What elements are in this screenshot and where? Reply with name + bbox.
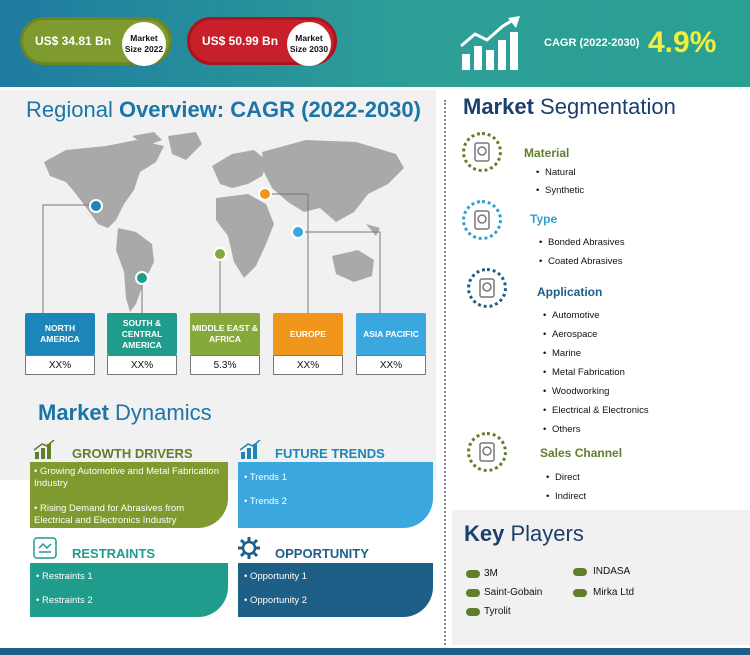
north-america-marker xyxy=(89,199,103,213)
segment-item: Woodworking xyxy=(543,386,609,397)
restraint-item: • Restraints 1 xyxy=(36,571,93,582)
opportunity-item: • Opportunity 2 xyxy=(244,595,308,606)
restraints-title: RESTRAINTS xyxy=(72,546,156,561)
segment-item: Marine xyxy=(543,348,581,359)
player-tyrolit: Tyrolit xyxy=(484,606,511,617)
growth-drivers-title: GROWTH DRIVERS xyxy=(72,446,193,461)
cagr-label: CAGR (2022-2030) xyxy=(544,37,640,49)
player-bullet xyxy=(466,608,480,616)
region-asia-pacific-value: XX% xyxy=(356,355,426,375)
future-trends-panel: • Trends 1 • Trends 2 xyxy=(238,462,433,528)
segment-item: Direct xyxy=(546,472,580,483)
bar-chart-icon xyxy=(33,440,55,459)
trend-chart-icon xyxy=(239,440,261,459)
segment-application-title: Application xyxy=(537,285,603,299)
segment-item: Metal Fabrication xyxy=(543,367,625,378)
segment-item: Synthetic xyxy=(536,185,584,196)
player-saint-gobain: Saint-Gobain xyxy=(484,587,543,598)
player-bullet xyxy=(466,570,480,578)
segment-material-title: Material xyxy=(524,146,570,160)
segment-item: Electrical & Electronics xyxy=(543,405,649,416)
growth-driver-item: • Growing Automotive and Metal Fabricati… xyxy=(34,466,219,489)
footer-bar xyxy=(0,648,750,655)
cagr-value: 4.9% xyxy=(648,26,717,59)
section-divider xyxy=(444,100,446,645)
future-trend-item: • Trends 1 xyxy=(244,472,287,483)
opportunity-item: • Opportunity 1 xyxy=(244,571,308,582)
player-bullet xyxy=(466,589,480,597)
material-icon xyxy=(462,132,502,172)
growth-chart-icon xyxy=(460,16,520,70)
region-asia-pacific: ASIA PACIFIC xyxy=(356,313,426,355)
market-dynamics-title: Market Dynamics xyxy=(38,400,212,425)
opportunity-panel: • Opportunity 1 • Opportunity 2 xyxy=(238,563,433,617)
south-america-marker xyxy=(135,271,149,285)
player-indasa: INDASA xyxy=(593,566,631,577)
player-mirka: Mirka Ltd xyxy=(593,587,635,598)
restraints-panel: • Restraints 1 • Restraints 2 xyxy=(30,563,228,617)
middle-east-africa-marker xyxy=(213,247,227,261)
growth-drivers-panel: • Growing Automotive and Metal Fabricati… xyxy=(30,462,228,528)
market-size-2030-label: Market Size 2030 xyxy=(287,22,331,66)
region-south-central-america: SOUTH & CENTRAL AMERICA xyxy=(107,313,177,355)
key-players-title: Key Players xyxy=(464,521,584,546)
sales-channel-icon xyxy=(467,432,507,472)
opportunity-title: OPPORTUNITY xyxy=(275,546,369,561)
market-segmentation-title: Market Segmentation xyxy=(463,94,676,119)
europe-marker xyxy=(258,187,272,201)
region-middle-east-africa: MIDDLE EAST & AFRICA xyxy=(190,313,260,355)
segment-item: Aerospace xyxy=(543,329,598,340)
market-size-2030-value: US$ 50.99 Bn xyxy=(202,34,279,48)
segment-item: Indirect xyxy=(546,491,586,502)
player-3m: 3M xyxy=(484,568,498,579)
segment-item: Bonded Abrasives xyxy=(539,237,625,248)
future-trends-title: FUTURE TRENDS xyxy=(275,446,385,461)
growth-driver-item: • Rising Demand for Abrasives from Elect… xyxy=(34,503,185,526)
segment-item: Coated Abrasives xyxy=(539,256,623,267)
region-north-america-value: XX% xyxy=(25,355,95,375)
player-bullet xyxy=(573,568,587,576)
segment-item: Others xyxy=(543,424,580,435)
restraints-icon xyxy=(33,537,57,559)
future-trend-item: • Trends 2 xyxy=(244,496,287,507)
segment-type-title: Type xyxy=(530,212,558,226)
segment-sales-channel-title: Sales Channel xyxy=(540,446,623,460)
market-size-2022-pill: US$ 34.81 Bn Market Size 2022 xyxy=(20,17,172,66)
segment-item: Natural xyxy=(536,167,576,178)
gear-icon xyxy=(238,537,260,559)
region-south-central-america-value: XX% xyxy=(107,355,177,375)
asia-pacific-marker xyxy=(291,225,305,239)
regional-overview-title: Regional Overview: CAGR (2022-2030) xyxy=(26,97,421,122)
player-bullet xyxy=(573,589,587,597)
application-icon xyxy=(467,268,507,308)
region-europe-value: XX% xyxy=(273,355,343,375)
region-middle-east-africa-value: 5.3% xyxy=(190,355,260,375)
segment-item: Automotive xyxy=(543,310,599,321)
market-size-2030-pill: US$ 50.99 Bn Market Size 2030 xyxy=(187,17,337,66)
market-size-2022-value: US$ 34.81 Bn xyxy=(35,34,112,48)
restraint-item: • Restraints 2 xyxy=(36,595,93,606)
region-north-america: NORTH AMERICA xyxy=(25,313,95,355)
region-europe: EUROPE xyxy=(273,313,343,355)
market-size-2022-label: Market Size 2022 xyxy=(122,22,166,66)
type-icon xyxy=(462,200,502,240)
